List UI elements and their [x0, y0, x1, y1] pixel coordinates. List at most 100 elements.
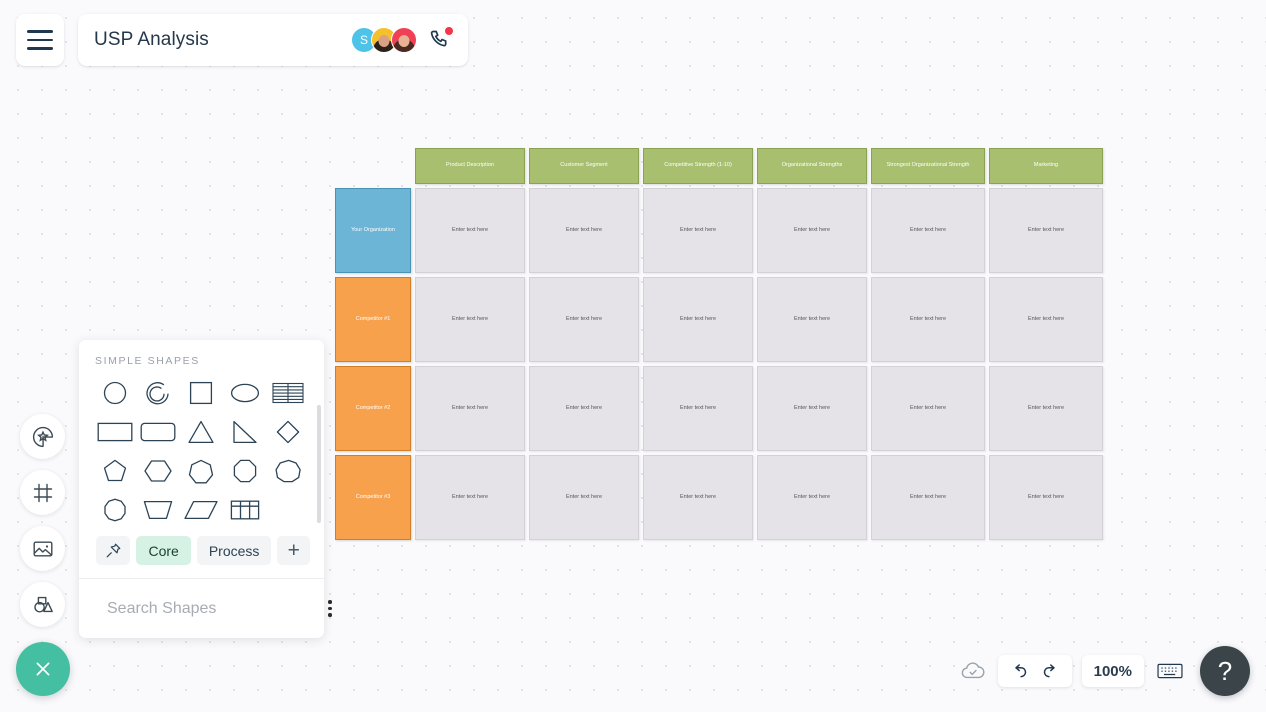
matrix-cell[interactable]: Enter text here	[757, 455, 867, 540]
parallelogram-shape[interactable]	[181, 496, 221, 524]
rectangle-shape[interactable]	[95, 418, 135, 446]
column-header[interactable]: Product Description	[415, 148, 525, 184]
empty-slot	[268, 496, 308, 524]
avatar-photo-face	[378, 35, 390, 48]
panel-scrollbar[interactable]	[317, 405, 321, 523]
close-panel-button[interactable]	[16, 642, 70, 696]
collaborator-avatars: S	[351, 27, 453, 53]
matrix-cell[interactable]: Enter text here	[415, 277, 525, 362]
matrix-corner-spacer	[335, 148, 411, 184]
octagon-shape[interactable]	[225, 457, 265, 485]
hamburger-line	[27, 47, 53, 50]
row-header[interactable]: Your Organization	[335, 188, 411, 273]
matrix-cell[interactable]: Enter text here	[529, 366, 639, 451]
keyboard-icon[interactable]	[1154, 656, 1186, 686]
matrix-cell[interactable]: Enter text here	[989, 188, 1103, 273]
matrix-cell[interactable]: Enter text here	[871, 366, 985, 451]
circle-shape[interactable]	[95, 379, 135, 407]
matrix-cell[interactable]: Enter text here	[757, 277, 867, 362]
avatar-initial: S	[359, 33, 368, 47]
striped-table-shape[interactable]	[268, 379, 308, 407]
shape-search-row	[79, 578, 332, 638]
matrix-cell[interactable]: Enter text here	[643, 366, 753, 451]
matrix-cell[interactable]: Enter text here	[529, 188, 639, 273]
avatar-photo-face	[398, 35, 410, 48]
usp-matrix: Product Description Customer Segment Com…	[335, 148, 1107, 540]
matrix-cell[interactable]: Enter text here	[989, 277, 1103, 362]
matrix-cell[interactable]: Enter text here	[415, 188, 525, 273]
pin-tab[interactable]	[96, 536, 131, 565]
heptagon-shape[interactable]	[181, 457, 221, 485]
zoom-level[interactable]: 100%	[1081, 655, 1144, 687]
document-titlebar: USP Analysis S	[78, 14, 468, 66]
ellipse-shape[interactable]	[225, 379, 265, 407]
undo-redo-group	[997, 655, 1072, 687]
search-input[interactable]	[107, 599, 314, 618]
matrix-cell[interactable]: Enter text here	[643, 277, 753, 362]
shapes-section-title: SIMPLE SHAPES	[95, 355, 200, 367]
shapes-panel: SIMPLE SHAPES Core Process + Search Shap…	[79, 340, 332, 638]
frame-icon[interactable]	[20, 470, 65, 515]
page-title: USP Analysis	[94, 29, 209, 50]
matrix-cell[interactable]: Enter text here	[757, 188, 867, 273]
matrix-cell[interactable]: Enter text here	[529, 455, 639, 540]
diamond-shape[interactable]	[268, 418, 308, 446]
column-header[interactable]: Marketing	[989, 148, 1103, 184]
matrix-cell[interactable]: Enter text here	[643, 188, 753, 273]
hamburger-menu-button[interactable]	[16, 14, 64, 66]
nonagon-shape[interactable]	[268, 457, 308, 485]
matrix-row: Competitor #2 Enter text here Enter text…	[335, 366, 1107, 451]
sticker-icon[interactable]	[20, 414, 65, 459]
row-header[interactable]: Competitor #1	[335, 277, 411, 362]
grid-table-shape[interactable]	[225, 496, 265, 524]
triangle-shape[interactable]	[181, 418, 221, 446]
shape-library-tabs: Core Process +	[79, 524, 324, 578]
matrix-cell[interactable]: Enter text here	[643, 455, 753, 540]
column-header[interactable]: Customer Segment	[529, 148, 639, 184]
pentagon-shape[interactable]	[95, 457, 135, 485]
matrix-cell[interactable]: Enter text here	[529, 277, 639, 362]
right-triangle-shape[interactable]	[225, 418, 265, 446]
close-x-icon	[36, 662, 50, 676]
column-header[interactable]: Organizational Strengths	[757, 148, 867, 184]
add-tab[interactable]: +	[277, 536, 310, 565]
core-tab[interactable]: Core	[136, 536, 191, 565]
matrix-row: Your Organization Enter text here Enter …	[335, 188, 1107, 273]
square-shape[interactable]	[181, 379, 221, 407]
trapezoid-shape[interactable]	[138, 496, 178, 524]
matrix-cell[interactable]: Enter text here	[871, 455, 985, 540]
undo-icon[interactable]	[1010, 662, 1029, 681]
matrix-cell[interactable]: Enter text here	[989, 455, 1103, 540]
arc-shape[interactable]	[138, 379, 178, 407]
tool-rail	[20, 414, 65, 627]
canvas-root: USP Analysis S SIMPLE SHAPES Core Proces…	[0, 0, 1266, 712]
image-icon[interactable]	[20, 526, 65, 571]
row-header[interactable]: Competitor #2	[335, 366, 411, 451]
matrix-cell[interactable]: Enter text here	[415, 366, 525, 451]
matrix-cell[interactable]: Enter text here	[757, 366, 867, 451]
help-button[interactable]: ?	[1200, 646, 1250, 696]
notification-dot	[445, 27, 453, 35]
shapes-icon[interactable]	[20, 582, 65, 627]
process-tab[interactable]: Process	[196, 536, 272, 565]
avatar[interactable]	[391, 27, 417, 53]
matrix-cell[interactable]: Enter text here	[871, 188, 985, 273]
matrix-header-row: Product Description Customer Segment Com…	[335, 148, 1107, 184]
matrix-row: Competitor #3 Enter text here Enter text…	[335, 455, 1107, 540]
shape-grid	[79, 367, 324, 524]
decagon-shape[interactable]	[95, 496, 135, 524]
redo-icon[interactable]	[1041, 662, 1060, 681]
matrix-row: Competitor #1 Enter text here Enter text…	[335, 277, 1107, 362]
column-header[interactable]: Strongest Organizational Strength	[871, 148, 985, 184]
matrix-cell[interactable]: Enter text here	[871, 277, 985, 362]
column-header[interactable]: Competitive Strength (1-10)	[643, 148, 753, 184]
rounded-rectangle-shape[interactable]	[138, 418, 178, 446]
cloud-saved-icon[interactable]	[958, 656, 988, 686]
row-header[interactable]: Competitor #3	[335, 455, 411, 540]
matrix-cell[interactable]: Enter text here	[989, 366, 1103, 451]
matrix-cell[interactable]: Enter text here	[415, 455, 525, 540]
panel-more-icon[interactable]	[324, 596, 336, 621]
phone-call-icon[interactable]	[428, 27, 453, 52]
hexagon-shape[interactable]	[138, 457, 178, 485]
hamburger-line	[27, 30, 53, 33]
